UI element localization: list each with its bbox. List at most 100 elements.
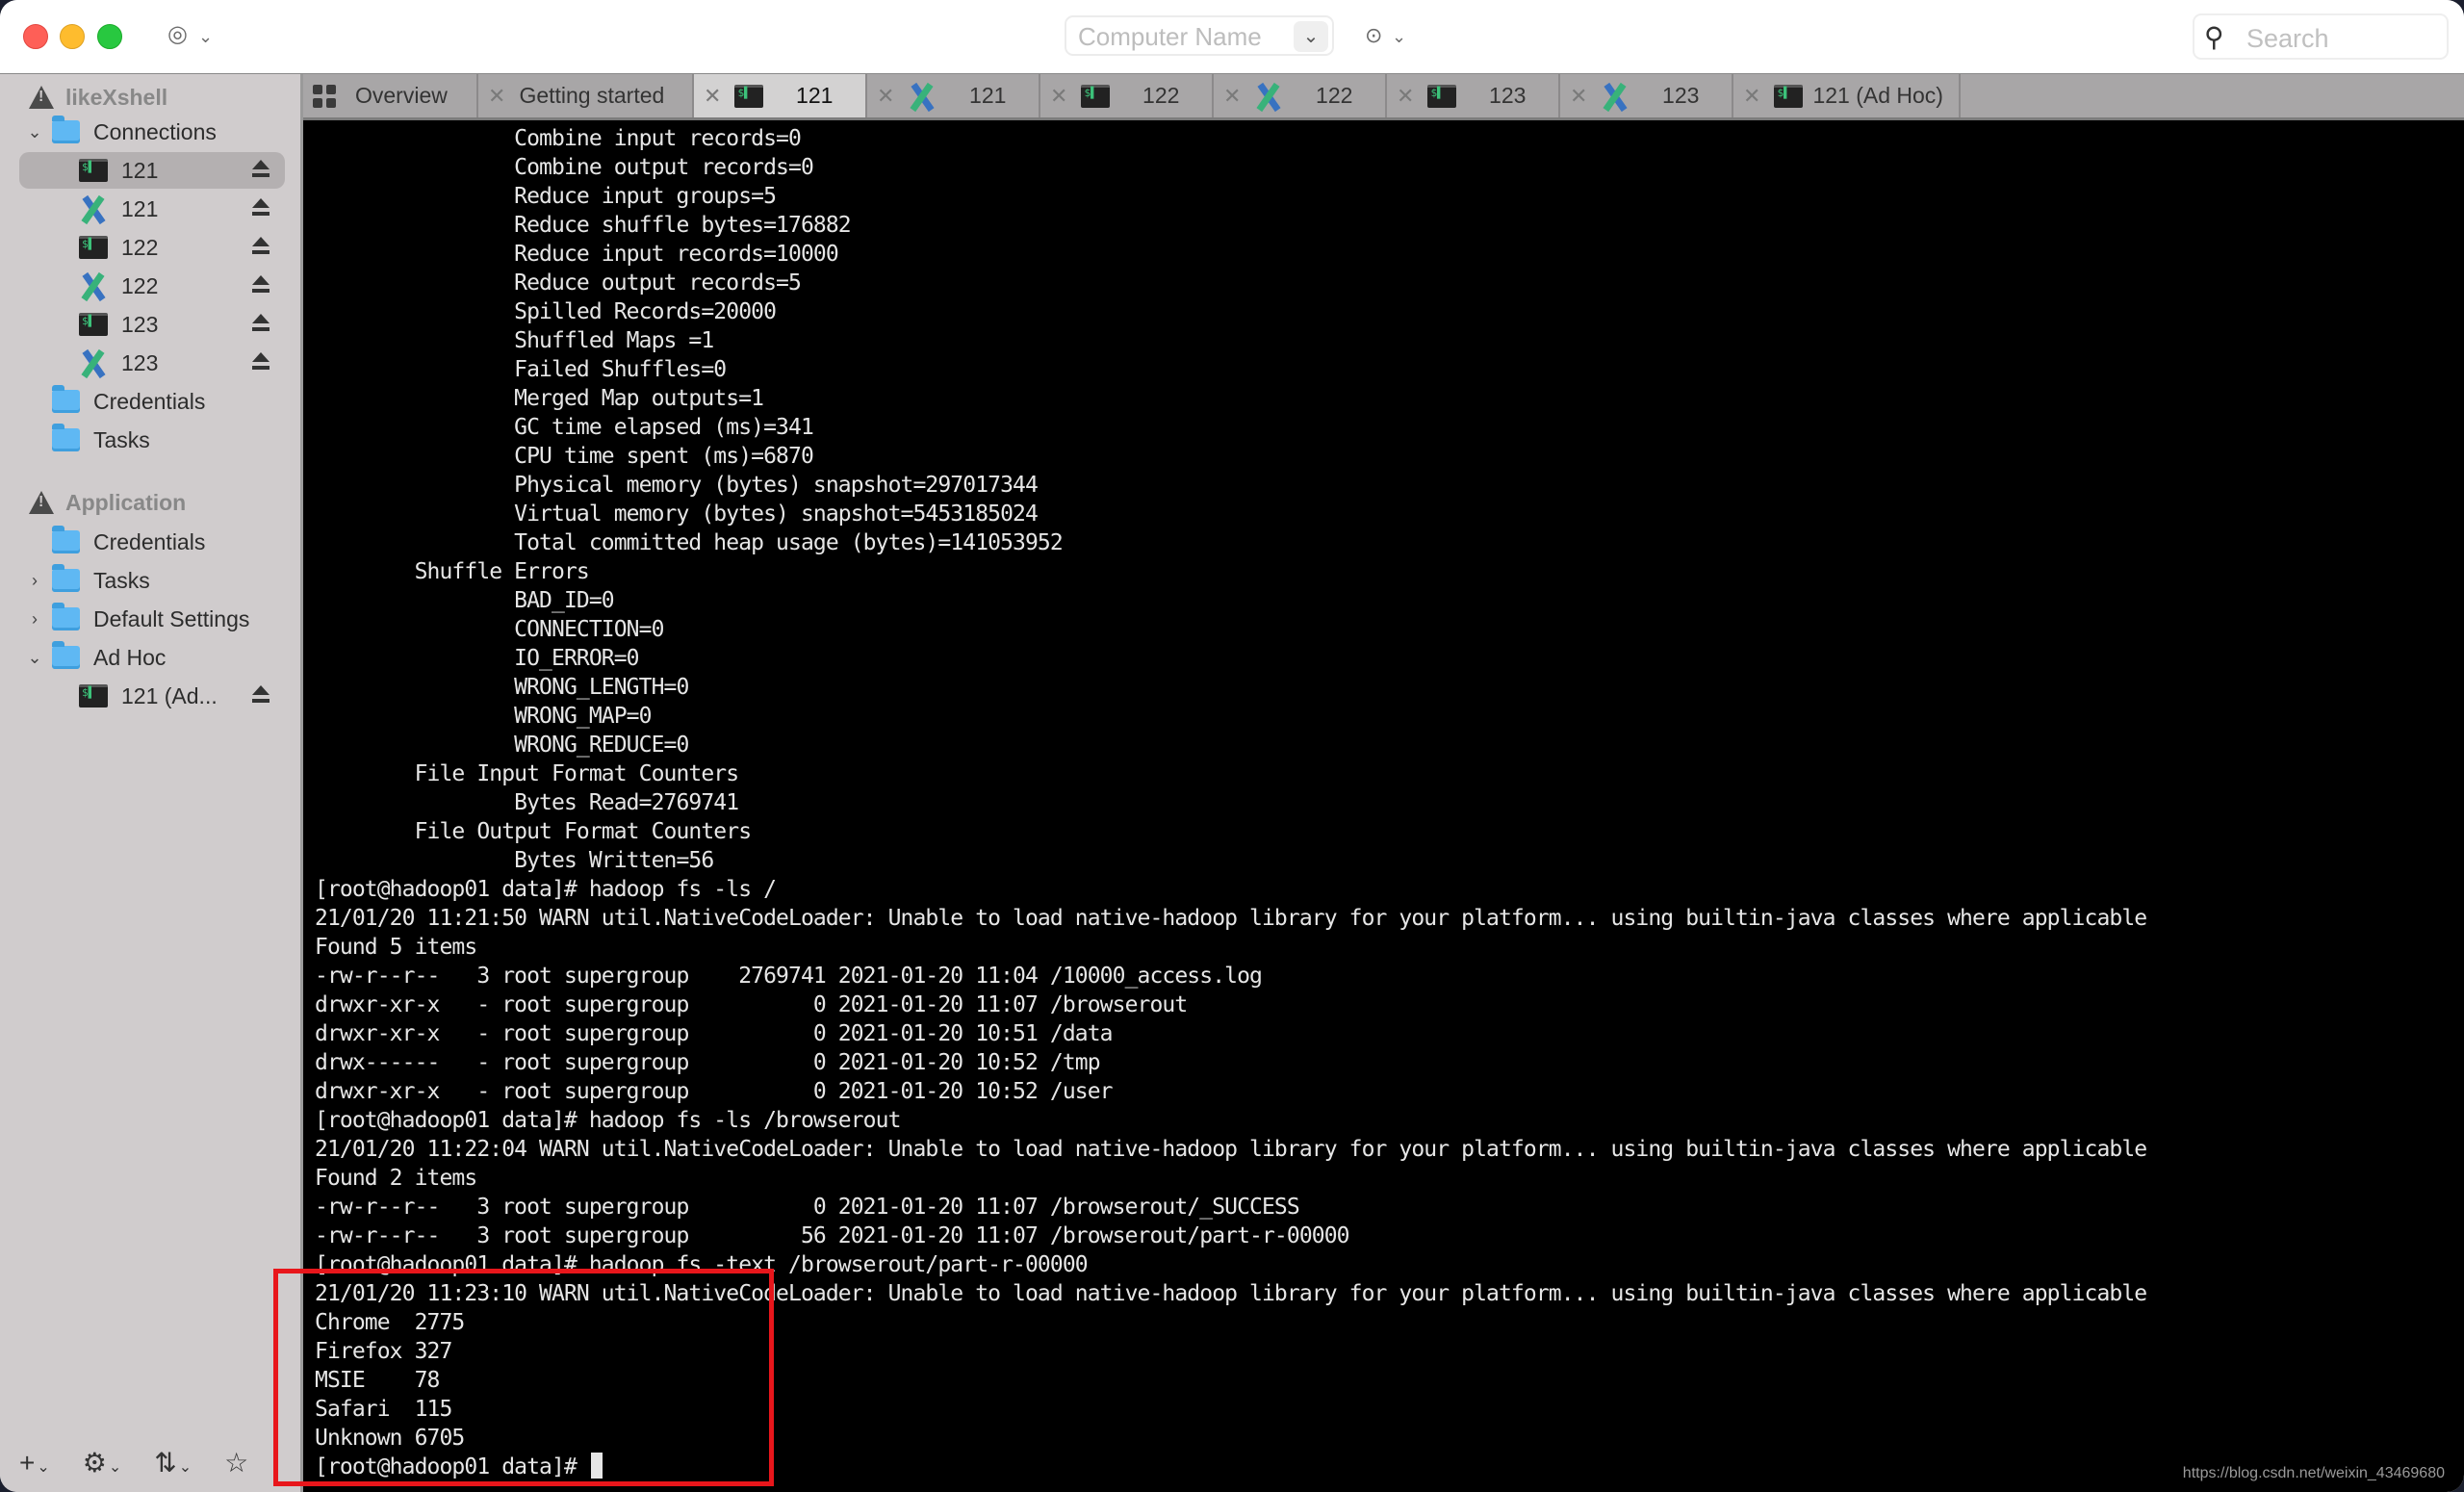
sidebar-folder-credentials[interactable]: Credentials bbox=[19, 383, 285, 420]
eject-icon[interactable] bbox=[252, 352, 270, 372]
tab-123-terminal[interactable]: ✕ 123 bbox=[1387, 74, 1560, 117]
sidebar-folder-default-settings[interactable]: › Default Settings bbox=[19, 601, 285, 637]
computer-name-combobox[interactable]: ⌄ bbox=[1065, 15, 1334, 56]
eject-icon[interactable] bbox=[252, 198, 270, 218]
terminal-line: Reduce shuffle bytes=176882 bbox=[315, 213, 851, 238]
terminal-icon bbox=[734, 84, 764, 108]
chevron-down-icon[interactable]: ⌄ bbox=[1392, 25, 1406, 48]
terminal-line: -rw-r--r-- 3 root supergroup 0 2021-01-2… bbox=[315, 1195, 1300, 1220]
tab-overview[interactable]: Overview bbox=[303, 74, 478, 117]
terminal-icon bbox=[1774, 84, 1804, 108]
sidebar-item-connection-121-terminal[interactable]: 121 bbox=[19, 152, 285, 189]
sidebar-item-connection-122-sftp[interactable]: 122 bbox=[19, 268, 285, 304]
warning-icon bbox=[29, 491, 54, 514]
folder-label: Tasks bbox=[93, 426, 150, 452]
terminal-icon bbox=[79, 313, 108, 336]
play-icon[interactable]: ⊙ bbox=[1365, 24, 1382, 47]
chevron-right-icon[interactable]: › bbox=[25, 571, 44, 591]
computer-name-input[interactable] bbox=[1076, 21, 1292, 52]
sidebar-item-connection-123-terminal[interactable]: 123 bbox=[19, 306, 285, 343]
tab-bar: Overview ✕ Getting started ✕ 121 ✕ 121 ✕… bbox=[303, 74, 2464, 120]
terminal-line: Safari 115 bbox=[315, 1397, 452, 1422]
tab-123-sftp[interactable]: ✕ 123 bbox=[1560, 74, 1733, 117]
search-icon: ⚲ bbox=[2204, 22, 2224, 52]
terminal-icon bbox=[1427, 84, 1457, 108]
tab-label: Getting started bbox=[519, 83, 665, 108]
zoom-window-button[interactable] bbox=[97, 24, 122, 49]
tab-122-sftp[interactable]: ✕ 122 bbox=[1214, 74, 1387, 117]
terminal-prompt-line[interactable]: [root@hadoop01 data]# bbox=[315, 1453, 2146, 1481]
eject-icon[interactable] bbox=[252, 685, 270, 705]
terminal-line: Chrome 2775 bbox=[315, 1310, 465, 1335]
sidebar-item-ad-hoc-121[interactable]: 121 (Ad... bbox=[19, 678, 285, 714]
tab-121-sftp[interactable]: ✕ 121 bbox=[867, 74, 1040, 117]
terminal-icon bbox=[79, 159, 108, 182]
folder-icon bbox=[52, 603, 80, 630]
chevron-right-icon[interactable]: › bbox=[25, 609, 44, 630]
settings-button[interactable]: ⚙ ⌄ bbox=[83, 1447, 122, 1479]
tab-121-ad-hoc[interactable]: ✕ 121 (Ad Hoc) bbox=[1733, 74, 1961, 117]
terminal-pane[interactable]: Combine input records=0 Combine output r… bbox=[303, 120, 2464, 1492]
folder-icon bbox=[52, 564, 80, 592]
close-tab-icon[interactable]: ✕ bbox=[1397, 84, 1414, 109]
close-tab-icon[interactable]: ✕ bbox=[877, 84, 894, 109]
close-tab-icon[interactable]: ✕ bbox=[1050, 84, 1067, 109]
sidebar-folder-tasks[interactable]: Tasks bbox=[19, 422, 285, 458]
terminal-icon bbox=[79, 684, 108, 707]
sidebar-item-connection-121-sftp[interactable]: 121 bbox=[19, 191, 285, 227]
tab-label: 121 bbox=[796, 83, 834, 108]
connect-target-icon[interactable]: ◎ bbox=[167, 23, 188, 46]
close-tab-icon[interactable]: ✕ bbox=[1743, 84, 1760, 109]
close-tab-icon[interactable]: ✕ bbox=[1223, 84, 1241, 109]
tab-getting-started[interactable]: ✕ Getting started bbox=[478, 74, 694, 117]
chevron-down-icon[interactable]: ⌄ bbox=[25, 648, 44, 668]
eject-icon[interactable] bbox=[252, 314, 270, 333]
terminal-line: drwxr-xr-x - root supergroup 0 2021-01-2… bbox=[315, 1079, 1114, 1104]
add-button[interactable]: + ⌄ bbox=[19, 1448, 50, 1479]
transfer-button[interactable]: ⇅ ⌄ bbox=[154, 1447, 192, 1479]
connection-label: 122 bbox=[121, 234, 159, 260]
tab-122-terminal[interactable]: ✕ 122 bbox=[1040, 74, 1214, 117]
sidebar-folder-ad-hoc[interactable]: ⌄ Ad Hoc bbox=[19, 639, 285, 676]
terminal-line: MSIE 78 bbox=[315, 1368, 440, 1393]
sidebar-folder-app-credentials[interactable]: Credentials bbox=[19, 524, 285, 560]
close-tab-icon[interactable]: ✕ bbox=[488, 84, 505, 109]
close-window-button[interactable] bbox=[23, 24, 48, 49]
minimize-window-button[interactable] bbox=[60, 24, 85, 49]
sidebar-folder-connections[interactable]: ⌄ Connections bbox=[19, 114, 285, 150]
sidebar-item-connection-123-sftp[interactable]: 123 bbox=[19, 345, 285, 381]
shell-prompt: [root@hadoop01 data]# bbox=[315, 1454, 589, 1479]
sidebar-item-connection-122-terminal[interactable]: 122 bbox=[19, 229, 285, 266]
tab-label: 121 bbox=[969, 83, 1007, 108]
terminal-line: GC time elapsed (ms)=341 bbox=[315, 415, 814, 440]
favorites-star-icon[interactable]: ☆ bbox=[224, 1447, 248, 1479]
sftp-icon bbox=[908, 82, 937, 111]
sidebar: likeXshell ⌄ Connections 121 121 122 122 bbox=[0, 74, 303, 1492]
sidebar-folder-app-tasks[interactable]: › Tasks bbox=[19, 562, 285, 599]
search-box[interactable]: ⚲ bbox=[2193, 13, 2449, 60]
sidebar-section-application[interactable]: Application bbox=[29, 486, 186, 519]
terminal-line: Reduce input records=10000 bbox=[315, 242, 839, 267]
tab-121-terminal[interactable]: ✕ 121 bbox=[694, 74, 867, 117]
eject-icon[interactable] bbox=[252, 160, 270, 179]
folder-label: Connections bbox=[93, 118, 217, 144]
close-tab-icon[interactable]: ✕ bbox=[704, 84, 721, 109]
terminal-line: Combine output records=0 bbox=[315, 155, 814, 180]
tab-label: 123 bbox=[1489, 83, 1527, 108]
folder-icon bbox=[52, 424, 80, 451]
close-tab-icon[interactable]: ✕ bbox=[1570, 84, 1587, 109]
eject-icon[interactable] bbox=[252, 275, 270, 295]
terminal-line: Found 2 items bbox=[315, 1166, 477, 1191]
section-label: Application bbox=[65, 489, 187, 515]
search-input[interactable] bbox=[2245, 23, 2441, 54]
chevron-down-icon[interactable]: ⌄ bbox=[25, 122, 44, 142]
watermark: https://blog.csdn.net/weixin_43469680 bbox=[2182, 1465, 2445, 1481]
terminal-line: Merged Map outputs=1 bbox=[315, 386, 764, 411]
computer-name-dropdown-button[interactable]: ⌄ bbox=[1294, 21, 1328, 52]
tab-label: 121 (Ad Hoc) bbox=[1812, 83, 1943, 108]
sidebar-section-likexshell[interactable]: likeXshell bbox=[29, 81, 167, 114]
folder-icon bbox=[52, 641, 80, 669]
chevron-down-icon[interactable]: ⌄ bbox=[198, 25, 213, 48]
terminal-line: Physical memory (bytes) snapshot=2970173… bbox=[315, 473, 1039, 498]
eject-icon[interactable] bbox=[252, 237, 270, 256]
